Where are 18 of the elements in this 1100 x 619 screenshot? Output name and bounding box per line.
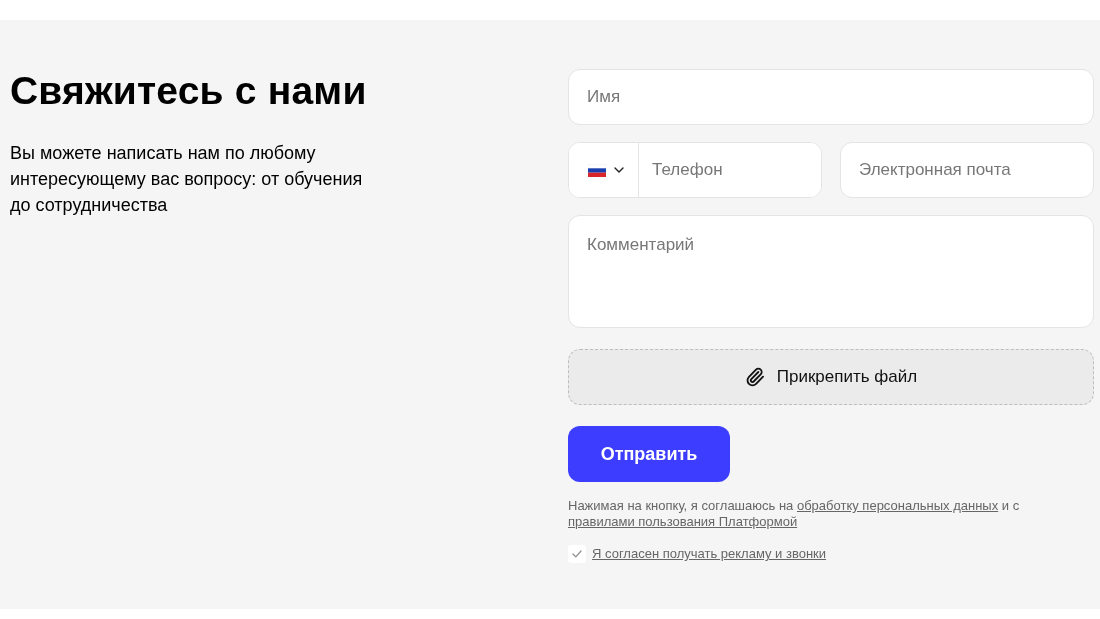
chevron-down-icon (614, 167, 624, 173)
checkbox[interactable] (568, 545, 586, 563)
consent-label[interactable]: Я согласен получать рекламу и звонки (592, 546, 827, 562)
attach-file-button[interactable]: Прикрепить файл (568, 349, 1094, 405)
check-icon (572, 550, 582, 558)
paperclip-icon (744, 367, 765, 387)
agreement-link[interactable]: обработку персональных данных (796, 498, 999, 513)
agreement-text: Нажимая на кнопку, я соглашаюсь на обработку персональных данных и с правилами пользования Платформой (568, 498, 1021, 530)
flag-icon (588, 163, 606, 177)
name-input[interactable]: Имя (568, 69, 1094, 125)
comment-textarea[interactable]: Комментарий (568, 215, 1094, 328)
submit-button[interactable]: Отправить (568, 426, 730, 482)
phone-field[interactable]: Телефон (568, 142, 822, 198)
page-title: Свяжитесь с нами (10, 69, 367, 113)
email-input[interactable]: Электронная почта (840, 142, 1094, 198)
page-description: Вы можете написать нам по любому интересующему вас вопросу: от обучения до сотрудничества (10, 142, 364, 217)
agreement-link[interactable]: правилами пользования Платформой (568, 514, 798, 529)
country-select[interactable] (569, 143, 639, 197)
